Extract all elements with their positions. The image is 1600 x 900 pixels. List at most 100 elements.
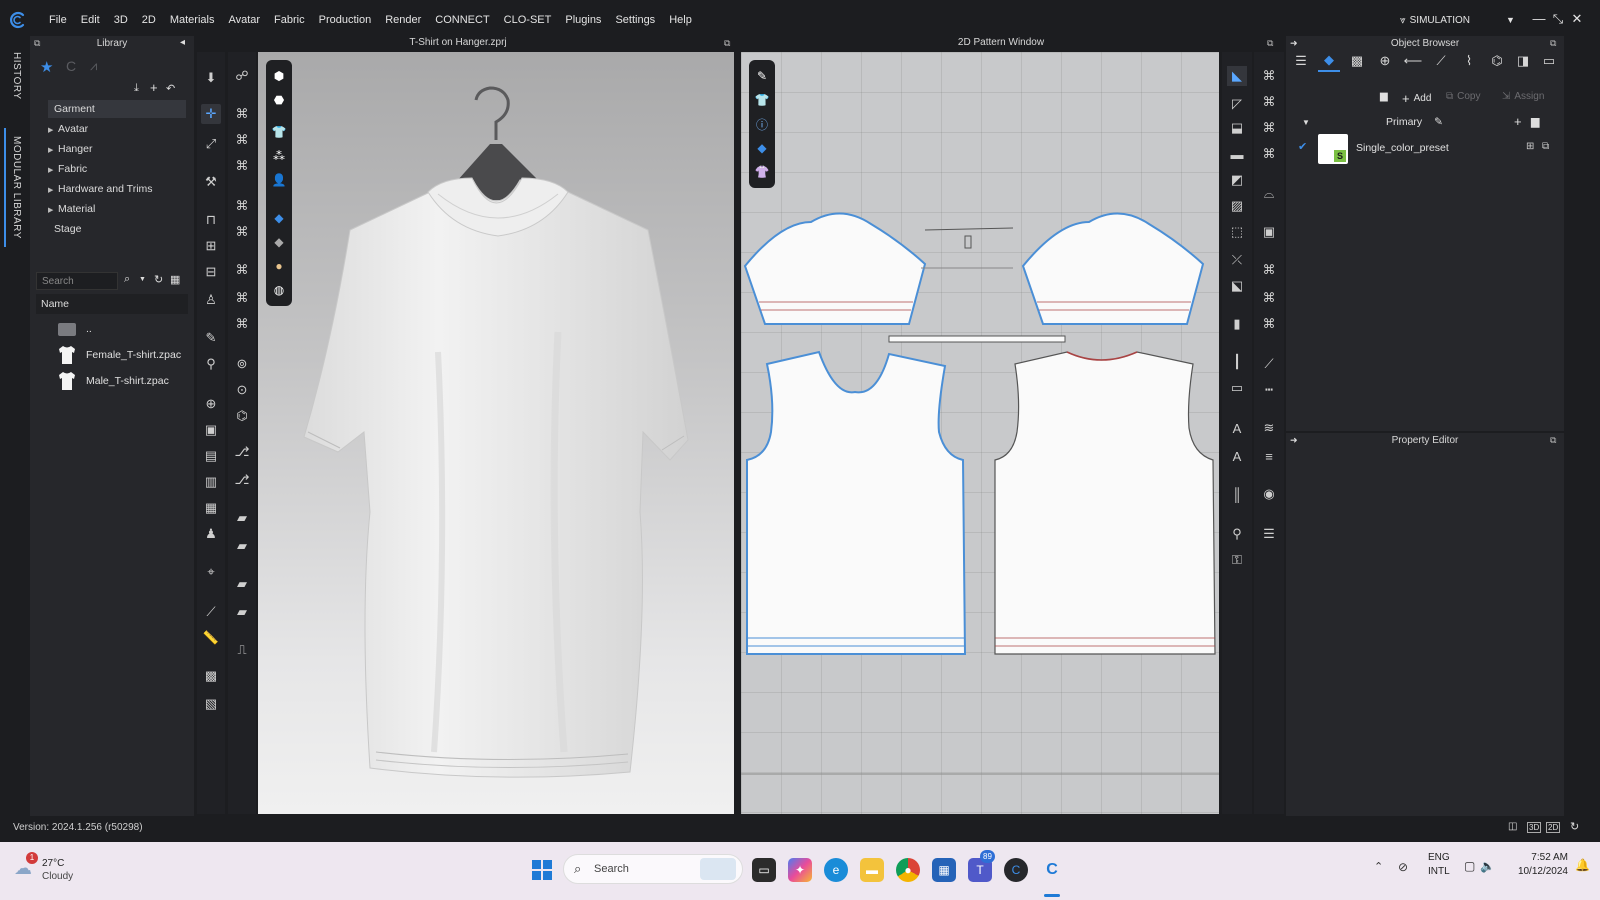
stitch-free-icon[interactable]: ⌘ xyxy=(232,156,252,176)
pleat-icon[interactable]: ┃ xyxy=(1227,352,1247,372)
transform-pattern-icon[interactable]: ◸ xyxy=(1227,94,1247,114)
download-icon[interactable]: ⤓ xyxy=(134,82,139,95)
pucker-icon[interactable]: ⌘ xyxy=(232,288,252,308)
search-icon[interactable]: ⌕ xyxy=(124,273,130,286)
arrange-icon[interactable]: ⊞ xyxy=(201,236,221,256)
group-primary[interactable]: Primary ✎ xyxy=(1386,116,1443,128)
free-sew-icon[interactable]: ⌘ xyxy=(1259,92,1279,112)
search-options-chevron-icon[interactable]: ▼ xyxy=(139,276,146,283)
tab-history[interactable]: HISTORY xyxy=(4,52,22,100)
apply-fabric-icon[interactable]: ⊞ xyxy=(1526,141,1534,152)
marketplace-icon[interactable]: ⩘ xyxy=(90,58,97,74)
folder-icon[interactable]: ▆ xyxy=(1531,115,1539,128)
trim-icon[interactable]: ▦ xyxy=(201,498,221,518)
taskbar-search-box[interactable]: ⌕ Search xyxy=(563,854,743,884)
clo-active-app-icon[interactable]: C xyxy=(1040,858,1064,882)
trace-icon[interactable]: ⬕ xyxy=(1227,276,1247,296)
menu-3d[interactable]: 3D xyxy=(107,0,135,40)
fabric-layer-icon[interactable]: ⌘ xyxy=(232,314,252,334)
person-icon[interactable]: ♟ xyxy=(201,524,221,544)
list-view-icon[interactable]: ☰ xyxy=(1290,50,1312,72)
fabric-2d-tool-icon[interactable]: ⌘ xyxy=(1259,314,1279,334)
select-move-icon[interactable]: ✛ xyxy=(201,104,221,124)
menu-fabric[interactable]: Fabric xyxy=(267,0,312,40)
tree-item-material[interactable]: ▶ Material xyxy=(48,200,95,218)
select-mesh-icon[interactable]: ⬇ xyxy=(201,68,221,88)
monitor-icon[interactable]: ▢ xyxy=(1464,859,1475,873)
lock-2d-icon[interactable]: ⚿ xyxy=(1227,550,1247,570)
graphic-icon[interactable]: ▰ xyxy=(232,508,252,528)
pattern-tab-icon[interactable]: ▩ xyxy=(1346,50,1368,72)
topstitch-icon[interactable]: ⌘ xyxy=(232,260,252,280)
hardware-icon[interactable]: ⌬ xyxy=(232,406,252,426)
measure-icon[interactable]: ⌖ xyxy=(201,562,221,582)
garment-tool-icon[interactable]: ⚒ xyxy=(201,172,221,192)
text-icon[interactable]: A xyxy=(1227,418,1247,438)
tree-item-hardware-and-trims[interactable]: ▶ Hardware and Trims xyxy=(48,180,153,198)
network-off-icon[interactable]: ⊘ xyxy=(1398,860,1408,874)
add-icon[interactable]: + xyxy=(150,80,158,95)
shirt-solid-icon[interactable]: ▣ xyxy=(201,420,221,440)
tack-icon[interactable]: ⊕ xyxy=(201,394,221,414)
library-search-input[interactable]: Search xyxy=(36,272,118,290)
menu-avatar[interactable]: Avatar xyxy=(221,0,267,40)
gradient-icon[interactable]: ▩ xyxy=(201,666,221,686)
column-header-name[interactable]: Name xyxy=(36,294,188,314)
duplicate-fabric-icon[interactable]: ⧉ xyxy=(1542,141,1549,152)
refresh-icon[interactable]: ↻ xyxy=(154,273,163,286)
copilot-icon[interactable]: ✦ xyxy=(788,858,812,882)
transform-icon[interactable]: ⤢ xyxy=(201,134,221,154)
chrome-icon[interactable]: ● xyxy=(896,858,920,882)
trim-tab-icon[interactable]: ⌬ xyxy=(1486,50,1508,72)
button-select-icon[interactable]: ⊚ xyxy=(232,354,252,374)
menu-render[interactable]: Render xyxy=(378,0,428,40)
folder-add-icon[interactable]: ▆ xyxy=(1380,91,1388,102)
texture-icon[interactable]: ▰ xyxy=(232,536,252,556)
segment-icon[interactable]: ⤫ xyxy=(1227,250,1247,270)
box-icon[interactable]: ▤ xyxy=(201,446,221,466)
polygon-icon[interactable]: ⬓ xyxy=(1227,118,1247,138)
annotation-icon[interactable]: A xyxy=(1227,446,1247,466)
fold-icon[interactable]: ⊓ xyxy=(201,210,221,230)
menu-connect[interactable]: CONNECT xyxy=(428,0,496,40)
stitch-icon[interactable]: ⌘ xyxy=(232,104,252,124)
button-tool-icon[interactable]: ⌘ xyxy=(232,222,252,242)
button-tab-icon[interactable]: ⊕ xyxy=(1374,50,1396,72)
view-2d-icon[interactable]: 2D xyxy=(1546,822,1561,833)
zipper-icon[interactable]: ⌘ xyxy=(232,196,252,216)
notification-bell-icon[interactable]: 🔔 xyxy=(1575,858,1590,872)
trim-box-icon[interactable]: ▰ xyxy=(232,574,252,594)
weather-widget[interactable]: ☁ 1 27°C Cloudy xyxy=(14,852,94,890)
grid-view-icon[interactable]: ▦ xyxy=(170,273,180,286)
viewport-2d-pattern[interactable]: ✎ 👕 ⓘ ◆ 👚 xyxy=(741,52,1219,814)
panel-icon[interactable]: ▰ xyxy=(232,602,252,622)
pin-gate-icon[interactable]: ⎍ xyxy=(232,640,252,660)
menu-plugins[interactable]: Plugins xyxy=(558,0,608,40)
store-icon[interactable]: ▦ xyxy=(932,858,956,882)
restore-button[interactable]: ⤡ xyxy=(1549,11,1567,27)
grading-icon[interactable]: ⬚ xyxy=(1227,222,1247,242)
elastic-icon[interactable]: ≋ xyxy=(1259,418,1279,438)
zipper-slider-icon[interactable]: ⎇ xyxy=(232,470,252,490)
zipper-pull-icon[interactable]: ⎇ xyxy=(232,442,252,462)
zipper-tab-icon[interactable]: ⌇ xyxy=(1458,50,1480,72)
language-label-1[interactable]: ENG xyxy=(1428,852,1450,863)
menu-materials[interactable]: Materials xyxy=(163,0,222,40)
minimize-button[interactable]: — xyxy=(1530,11,1548,26)
collapse-arrow-icon[interactable]: ▼ xyxy=(1302,118,1310,127)
fabric-tab-icon[interactable]: ◆ xyxy=(1318,50,1340,72)
clock-time[interactable]: 7:52 AM xyxy=(1508,852,1568,863)
segment-sew-icon[interactable]: ⌘ xyxy=(1259,66,1279,86)
tree-item-garment[interactable]: Garment xyxy=(48,100,186,118)
tree-item-stage[interactable]: Stage xyxy=(48,220,81,238)
simulation-figure-icon[interactable]: ☍ xyxy=(232,66,252,86)
file-row-parent[interactable]: .. xyxy=(54,317,92,341)
float-panel-icon[interactable]: ⧉ xyxy=(1550,435,1556,446)
edit-topstitch-icon[interactable]: ⌘ xyxy=(1259,288,1279,308)
menu-production[interactable]: Production xyxy=(312,0,379,40)
clo-app-icon[interactable]: C xyxy=(1004,858,1028,882)
copy-button[interactable]: ⧉ Copy xyxy=(1446,91,1481,102)
undo-icon[interactable]: ↶ xyxy=(166,82,175,95)
viewport-3d[interactable]: ⬢ ⬣ 👕 ⁂ 👤 ◆ ◆ ● ◍ xyxy=(258,52,734,814)
float-2d-window-icon[interactable]: ⧉ xyxy=(1267,38,1273,49)
